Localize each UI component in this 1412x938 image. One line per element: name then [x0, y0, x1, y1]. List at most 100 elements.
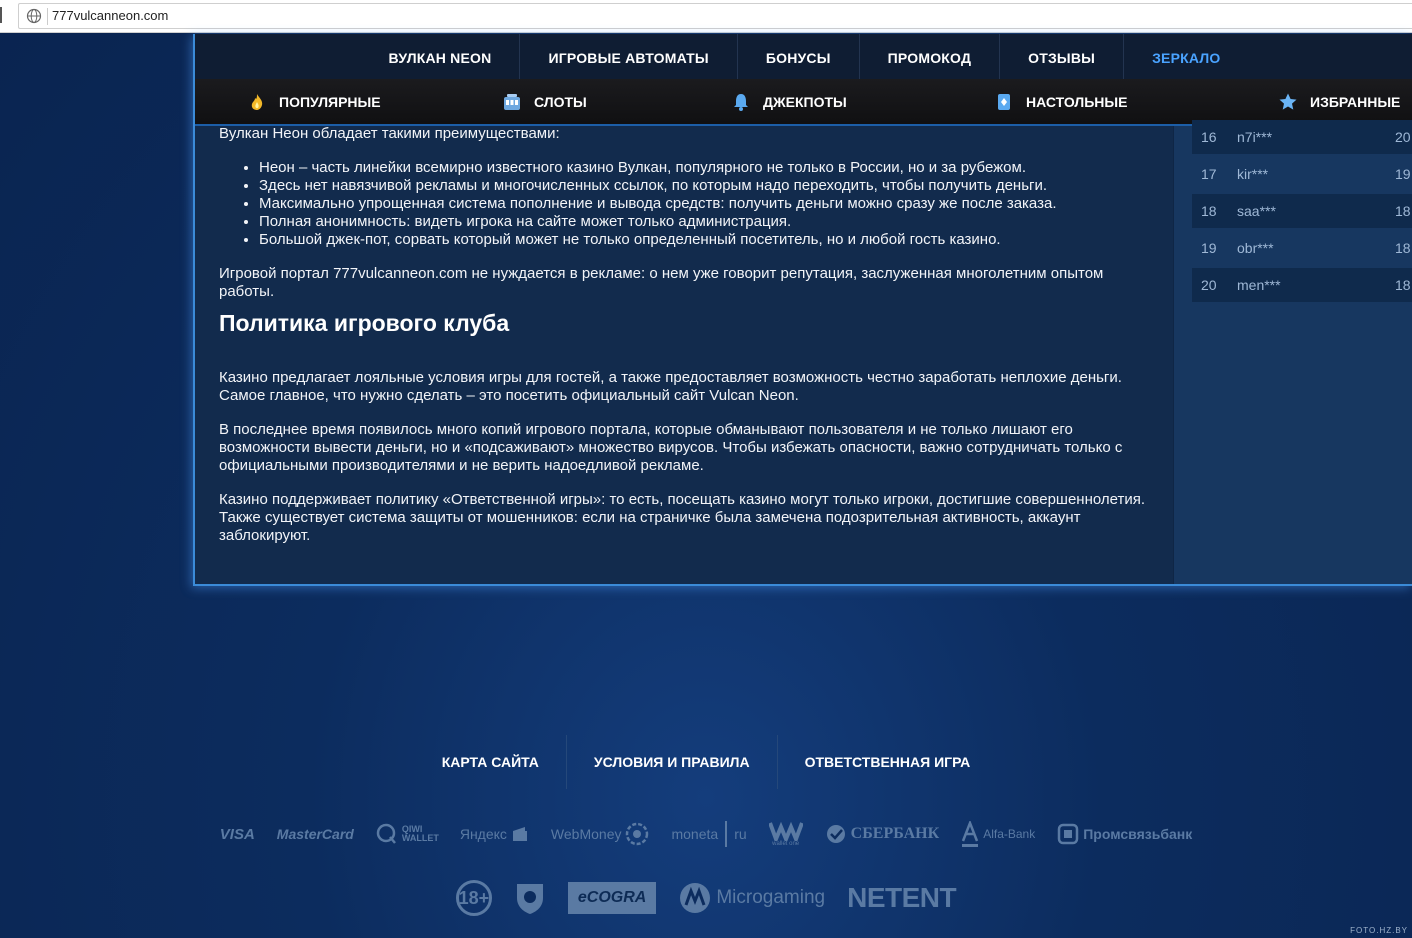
list-item: Большой джек-пот, сорвать который может … [259, 231, 1149, 249]
webmoney-logo: WebMoney [551, 822, 650, 846]
table-row: 20 men*** 18 [1192, 268, 1412, 302]
category-popular-label: ПОПУЛЯРНЫЕ [279, 93, 381, 110]
walletone-logo: wallet one [768, 821, 803, 847]
winner-name: kir*** [1237, 166, 1269, 182]
globe-icon [26, 8, 42, 24]
winner-rank: 19 [1201, 240, 1217, 256]
certification-logos: 18+ eCOGRA Microgaming NETENT [0, 876, 1412, 920]
star-icon [1279, 93, 1297, 110]
category-favorites[interactable]: ИЗБРАННЫЕ [1278, 79, 1400, 124]
footer-link-responsible-gaming[interactable]: ОТВЕТСТВЕННАЯ ИГРА [778, 735, 998, 789]
winner-amount: 20 [1395, 129, 1411, 145]
table-row: 16 n7i*** 20 [1192, 120, 1412, 154]
winner-amount: 18 [1395, 240, 1411, 256]
moneta-text: moneta [671, 826, 719, 842]
promsvyazbank-icon [1057, 823, 1079, 845]
winner-rank: 18 [1201, 203, 1217, 219]
list-item: Здесь нет навязчивой рекламы и многочисл… [259, 177, 1149, 195]
ecogra-logo: eCOGRA [567, 882, 657, 914]
walletone-icon [768, 821, 803, 841]
alfabank-logo: Alfa-Bank [961, 821, 1035, 847]
policy-paragraph-3: Казино поддерживает политику «Ответствен… [219, 491, 1146, 544]
sberbank-logo: СБЕРБАНК [825, 823, 940, 845]
winner-amount: 18 [1395, 277, 1411, 293]
alfabank-text: Alfa-Bank [983, 827, 1036, 841]
winner-amount: 18 [1395, 203, 1411, 219]
wallet-icon [512, 827, 527, 841]
category-slots[interactable]: СЛОТЫ [502, 79, 587, 124]
qiwi-logo: QIWI WALLET [376, 823, 439, 845]
tab-edge [0, 7, 3, 23]
footer-link-terms[interactable]: УСЛОВИЯ И ПРАВИЛА [567, 735, 778, 789]
footer-link-sitemap[interactable]: КАРТА САЙТА [415, 735, 567, 789]
winner-rank: 20 [1201, 277, 1217, 293]
policy-paragraph-1: Казино предлагает лояльные условия игры … [219, 369, 1122, 404]
nav-slot-machines[interactable]: ИГРОВЫЕ АВТОМАТЫ [520, 34, 738, 79]
url-divider [47, 8, 48, 25]
moneta-separator [725, 821, 728, 847]
winner-rank: 16 [1201, 129, 1217, 145]
visa-logo: VISA [219, 825, 255, 843]
list-item: Неон – часть линейки всемирно известного… [259, 159, 1149, 177]
table-row: 18 saa*** 18 [1192, 194, 1412, 228]
policy-paragraph-2: В последнее время появилось много копий … [219, 421, 1123, 474]
section-heading: Политика игрового клуба [219, 310, 510, 336]
site-main-container: ВУЛКАН NEON ИГРОВЫЕ АВТОМАТЫ БОНУСЫ ПРОМ… [193, 34, 1412, 586]
payment-logos: VISA MasterCard QIWI WALLET Яндекс WebMo… [0, 816, 1412, 852]
category-table-games[interactable]: НАСТОЛЬНЫЕ [994, 79, 1127, 124]
bell-icon [734, 93, 748, 111]
yandex-logo: Яндекс [460, 825, 529, 843]
microgaming-text: Microgaming [716, 887, 826, 908]
article-content: Вулкан Неон обладает такими преимущества… [195, 125, 1173, 584]
list-item: Максимально упрощенная система пополнени… [259, 195, 1149, 213]
promsvyazbank-logo: Промсвязьбанк [1057, 823, 1192, 845]
webmoney-globe-icon [626, 822, 649, 846]
moneta-ru-text: ru [734, 826, 747, 842]
alfabank-icon [962, 821, 979, 847]
nav-vulkan-neon[interactable]: ВУЛКАН NEON [361, 34, 521, 79]
list-item: Полная анонимность: видеть игрока на сай… [259, 213, 1149, 231]
category-nav: ПОПУЛЯРНЫЕ СЛОТЫ ДЖЕКПОТЫ НАСТОЛЬНЫЕ ИЗБ… [195, 79, 1412, 126]
qiwi-text: QIWI WALLET [401, 824, 439, 843]
card-icon [998, 93, 1010, 110]
curacao-shield-icon [516, 884, 543, 914]
category-table-games-label: НАСТОЛЬНЫЕ [1026, 93, 1128, 110]
winner-amount: 19 [1395, 166, 1411, 182]
sberbank-icon [826, 825, 845, 843]
mastercard-logo: MasterCard [276, 826, 354, 842]
netent-logo: NETENT [847, 882, 957, 913]
winner-name: n7i*** [1237, 129, 1273, 145]
microgaming-logo: Microgaming [678, 881, 825, 915]
slot-machine-icon [504, 93, 520, 110]
sberbank-text: СБЕРБАНК [850, 825, 940, 842]
moneta-logo: moneta ru [671, 821, 747, 847]
table-row: 19 obr*** 18 [1192, 231, 1412, 265]
category-slots-label: СЛОТЫ [534, 93, 587, 110]
reputation-paragraph: Игровой портал 777vulcanneon.com не нужд… [219, 265, 1104, 300]
nav-reviews[interactable]: ОТЗЫВЫ [1000, 34, 1125, 79]
url-input[interactable]: 777vulcanneon.com [18, 3, 1412, 29]
category-popular[interactable]: ПОПУЛЯРНЫЕ [247, 79, 381, 124]
promsvyazbank-text: Промсвязьбанк [1083, 826, 1193, 842]
winner-name: saa*** [1237, 203, 1276, 219]
advantages-lead: Вулкан Неон обладает такими преимущества… [219, 125, 560, 142]
qiwi-icon [376, 823, 396, 844]
age-18-badge: 18+ [455, 880, 492, 916]
winner-rank: 17 [1201, 166, 1217, 182]
category-jackpots[interactable]: ДЖЕКПОТЫ [731, 79, 847, 124]
winners-sidebar: 16 n7i*** 20 17 kir*** 19 18 saa*** 18 1… [1173, 120, 1412, 584]
table-row: 17 kir*** 19 [1192, 157, 1412, 191]
advantages-list: Неон – часть линейки всемирно известного… [219, 159, 1149, 249]
yandex-text: Яндекс [459, 826, 507, 842]
nav-mirror[interactable]: ЗЕРКАЛО [1124, 34, 1248, 79]
url-text: 777vulcanneon.com [52, 8, 169, 23]
walletone-text: wallet one [772, 841, 800, 847]
category-jackpots-label: ДЖЕКПОТЫ [763, 93, 847, 110]
footer-nav: КАРТА САЙТА УСЛОВИЯ И ПРАВИЛА ОТВЕТСТВЕН… [0, 735, 1412, 789]
flame-icon [251, 93, 263, 110]
watermark: FOTO.HZ.BY [1350, 926, 1408, 935]
nav-promocode[interactable]: ПРОМОКОД [860, 34, 1001, 79]
top-nav: ВУЛКАН NEON ИГРОВЫЕ АВТОМАТЫ БОНУСЫ ПРОМ… [195, 34, 1412, 79]
nav-bonuses[interactable]: БОНУСЫ [738, 34, 860, 79]
winner-name: obr*** [1237, 240, 1274, 256]
